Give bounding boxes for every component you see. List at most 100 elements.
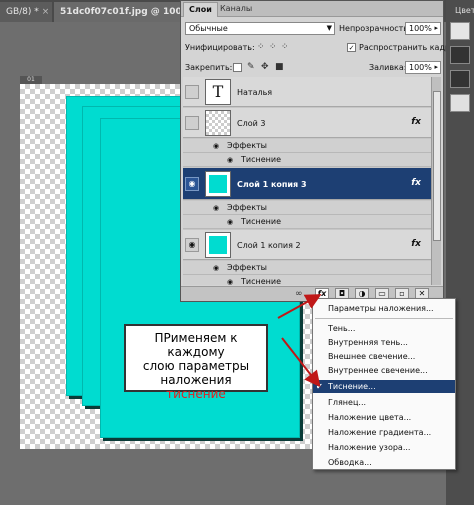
effect-row[interactable]: ◉ Тиснение: [183, 153, 431, 167]
chevron-right-icon: ▸: [434, 63, 438, 71]
menu-item-pattern-overlay[interactable]: Наложение узора...: [313, 441, 455, 454]
eye-icon[interactable]: ◉: [227, 218, 237, 226]
menu-item-drop-shadow[interactable]: Тень...: [313, 322, 455, 335]
menu-item-satin[interactable]: Глянец...: [313, 396, 455, 409]
layer-list: T Наталья Слой 3 fx ◉ Эффекты ◉ Тиснение…: [183, 77, 431, 285]
panel-tab-bar: Слои Каналы: [181, 1, 443, 17]
document-tab-1[interactable]: GB/8) * ×: [0, 2, 52, 22]
unify-position-icon[interactable]: ⁘: [257, 41, 265, 54]
opacity-value: 100%: [409, 24, 432, 33]
document-tab-1-label: GB/8) *: [6, 7, 39, 17]
layer-name: Наталья: [237, 88, 273, 97]
unify-style-icon[interactable]: ⁘: [281, 41, 289, 54]
menu-item-stroke[interactable]: Обводка...: [313, 456, 455, 469]
eye-icon[interactable]: ◉: [227, 156, 237, 164]
canvas-origin-label: 01: [20, 76, 42, 84]
effect-row[interactable]: ◉ Тиснение: [183, 275, 431, 285]
effects-label: Эффекты: [227, 141, 267, 150]
effects-row[interactable]: ◉ Эффекты: [183, 201, 431, 215]
eye-icon[interactable]: ◉: [213, 264, 223, 272]
opacity-label: Непрозрачность:: [339, 24, 411, 33]
fx-icon[interactable]: fx: [411, 178, 421, 188]
layer-row-copy-3[interactable]: ◉ Слой 1 копия 3 fx: [183, 168, 431, 200]
callout-line-1: ПРименяем к каждому: [154, 331, 238, 359]
layer-list-scrollbar[interactable]: [431, 77, 441, 285]
menu-item-blending-options[interactable]: Параметры наложения...: [313, 302, 455, 315]
blend-mode-value: Обычные: [189, 24, 228, 33]
tab-channels[interactable]: Каналы: [215, 2, 257, 17]
effect-row[interactable]: ◉ Тиснение: [183, 215, 431, 229]
chevron-down-icon: ▼: [326, 24, 332, 32]
menu-item-gradient-overlay[interactable]: Наложение градиента...: [313, 426, 455, 439]
effect-label: Тиснение: [241, 155, 281, 164]
fill-input[interactable]: 100% ▸: [405, 61, 441, 74]
color-swatch-icon[interactable]: [450, 22, 470, 40]
chevron-right-icon: ▸: [434, 24, 438, 32]
menu-item-color-overlay[interactable]: Наложение цвета...: [313, 411, 455, 424]
opacity-input[interactable]: 100% ▸: [405, 22, 441, 35]
effects-label: Эффекты: [227, 263, 267, 272]
unify-label: Унифицировать:: [185, 43, 255, 52]
visibility-toggle[interactable]: ◉: [185, 177, 199, 191]
visibility-toggle[interactable]: [185, 116, 199, 130]
check-icon: ✔: [316, 382, 323, 391]
lock-label: Закрепить:: [185, 63, 233, 72]
layer-row-copy-2[interactable]: ◉ Слой 1 копия 2 fx: [183, 230, 431, 260]
blend-mode-select[interactable]: Обычные ▼: [185, 22, 335, 35]
menu-item-outer-glow[interactable]: Внешнее свечение...: [313, 350, 455, 363]
eye-icon[interactable]: ◉: [213, 142, 223, 150]
blend-row: Обычные ▼ Непрозрачность: 100% ▸: [181, 19, 443, 37]
layer-row-layer-3[interactable]: Слой 3 fx: [183, 108, 431, 138]
unify-row: Унифицировать: ⁘ ⁘ ⁘ ✓ Распространить ка…: [181, 38, 458, 56]
tab-layers[interactable]: Слои: [183, 2, 218, 17]
menu-separator: [315, 318, 453, 319]
layer-row-natalia[interactable]: T Наталья: [183, 77, 431, 107]
lock-icon[interactable]: ■: [275, 61, 284, 74]
callout-line-3: наложения: [160, 373, 232, 387]
effect-label: Тиснение: [241, 217, 281, 226]
propagate-checkbox[interactable]: ✓: [347, 43, 356, 52]
close-icon[interactable]: ×: [42, 7, 50, 17]
text-layer-thumbnail: T: [205, 79, 231, 105]
effects-row[interactable]: ◉ Эффекты: [183, 261, 431, 275]
brush-icon[interactable]: ✎: [247, 61, 255, 74]
document-tab-2-label: 51dc0f07c01f.jpg @ 100%: [60, 7, 191, 17]
effects-label: Эффекты: [227, 203, 267, 212]
scrollbar-thumb[interactable]: [433, 91, 441, 241]
lock-transparent-icon[interactable]: [233, 63, 242, 72]
swatches-icon[interactable]: [450, 46, 470, 64]
menu-item-inner-glow[interactable]: Внутреннее свечение...: [313, 364, 455, 377]
document-tab-2[interactable]: 51dc0f07c01f.jpg @ 100%×: [54, 2, 201, 22]
move-icon[interactable]: ✥: [261, 61, 269, 74]
layer-style-menu: Параметры наложения... Тень... Внутрення…: [312, 298, 456, 470]
callout-line-2: слою параметры: [142, 359, 250, 373]
menu-item-bevel-emboss[interactable]: ✔ Тиснение...: [313, 380, 455, 393]
eye-icon[interactable]: ◉: [227, 278, 237, 285]
layer-thumbnail: [205, 110, 231, 136]
lock-row: Закрепить: ✎ ✥ ■ Заливка: 100% ▸: [181, 59, 443, 77]
styles-icon[interactable]: [450, 70, 470, 88]
visibility-toggle[interactable]: [185, 85, 199, 99]
eye-icon[interactable]: ◉: [213, 204, 223, 212]
effects-row[interactable]: ◉ Эффекты: [183, 139, 431, 153]
layer-name: Слой 3: [237, 119, 266, 128]
fx-icon[interactable]: fx: [411, 239, 421, 249]
layer-thumbnail: [205, 232, 231, 258]
callout-highlight: тиснение: [166, 387, 226, 401]
visibility-toggle[interactable]: ◉: [185, 238, 199, 252]
effect-label: Тиснение: [241, 277, 281, 285]
adjustments-icon[interactable]: [450, 94, 470, 112]
color-panel-label: Цвет: [455, 6, 474, 15]
fill-value: 100%: [409, 63, 432, 72]
link-icon[interactable]: ∞: [295, 288, 303, 301]
instruction-callout: ПРименяем к каждому слою параметры налож…: [124, 324, 268, 401]
unify-visibility-icon[interactable]: ⁘: [269, 41, 277, 54]
layer-thumbnail: [205, 171, 231, 197]
propagate-label: Распространить кадр 1: [359, 43, 458, 52]
layer-name: Слой 1 копия 2: [237, 241, 301, 250]
fx-icon[interactable]: fx: [411, 117, 421, 127]
menu-item-inner-shadow[interactable]: Внутренняя тень...: [313, 336, 455, 349]
menu-item-label: Тиснение...: [328, 382, 376, 391]
layers-panel: Слои Каналы Обычные ▼ Непрозрачность: 100…: [180, 0, 458, 302]
layer-name: Слой 1 копия 3: [237, 180, 307, 189]
